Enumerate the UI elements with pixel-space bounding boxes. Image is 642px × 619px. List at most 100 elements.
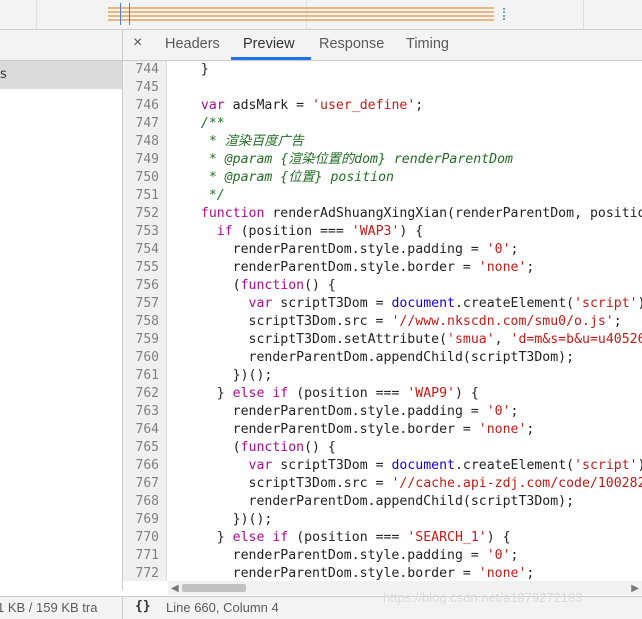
code-line: 754 renderParentDom.style.padding = '0'; — [123, 241, 642, 259]
network-timeline-overview[interactable] — [0, 0, 642, 30]
detail-tab-bar: × Headers Preview Response Timing — [123, 30, 642, 61]
cursor-position-text: Line 660, Column 4 — [166, 600, 279, 615]
line-number: 744 — [135, 62, 159, 77]
code-text: function renderAdShuangXingXian(renderPa… — [200, 206, 642, 221]
tab-timing[interactable]: Timing — [406, 36, 449, 52]
line-number: 764 — [135, 422, 159, 437]
code-line: 765 (function() { — [123, 439, 642, 457]
code-text: scriptT3Dom.src = '//www.nkscdn.com/smu0… — [185, 314, 622, 329]
line-number: 755 — [135, 260, 159, 275]
code-line: 745 — [123, 79, 642, 97]
line-number: 772 — [135, 566, 159, 581]
line-number: 758 — [135, 314, 159, 329]
code-line: 758 scriptT3Dom.src = '//www.nkscdn.com/… — [123, 313, 642, 331]
code-text: } else if (position === 'WAP9') { — [185, 386, 479, 401]
code-line: 747 /** — [123, 115, 642, 133]
code-line: 749 * @param {渲染位置的dom} renderParentDom — [123, 151, 642, 169]
code-text: })(); — [185, 368, 273, 383]
scroll-right-icon[interactable]: ▶ — [631, 583, 639, 594]
code-line: 744 } — [123, 61, 642, 79]
line-number: 757 — [135, 296, 159, 311]
code-text: (function() { — [185, 440, 336, 455]
active-tab-indicator — [231, 57, 311, 60]
code-text: renderParentDom.style.border = 'none'; — [185, 260, 535, 275]
request-list-header — [0, 30, 122, 61]
line-number: 746 — [135, 98, 159, 113]
timeline-request-bar — [108, 19, 494, 21]
code-line: 753 if (position === 'WAP3') { — [123, 223, 642, 241]
line-number: 770 — [135, 530, 159, 545]
transfer-size-text: 1 KB / 159 KB tra — [0, 600, 98, 615]
tab-headers[interactable]: Headers — [165, 36, 220, 52]
code-line: 762 } else if (position === 'WAP9') { — [123, 385, 642, 403]
line-number: 767 — [135, 476, 159, 491]
line-number: 771 — [135, 548, 159, 563]
code-text: var scriptT3Dom = document.createElement… — [248, 458, 642, 473]
code-line: 768 renderParentDom.appendChild(scriptT3… — [123, 493, 642, 511]
timeline-load-marker — [129, 3, 130, 25]
timeline-gridline — [36, 0, 37, 29]
line-number: 762 — [135, 386, 159, 401]
line-number: 751 — [135, 188, 159, 203]
code-text: renderParentDom.style.border = 'none'; — [185, 422, 535, 437]
code-text: renderParentDom.appendChild(scriptT3Dom)… — [185, 494, 575, 509]
scroll-left-icon[interactable]: ◀ — [171, 583, 179, 594]
code-text: renderParentDom.appendChild(scriptT3Dom)… — [185, 350, 575, 365]
code-line: 748 * 渲染百度广告 — [123, 133, 642, 151]
pretty-print-button[interactable]: {} — [135, 599, 151, 614]
line-number: 760 — [135, 350, 159, 365]
code-line: 764 renderParentDom.style.border = 'none… — [123, 421, 642, 439]
code-text: (function() { — [185, 278, 336, 293]
code-text: renderParentDom.style.padding = '0'; — [185, 548, 519, 563]
code-text: renderParentDom.style.padding = '0'; — [185, 404, 519, 419]
code-line: 769 })(); — [123, 511, 642, 529]
line-number: 752 — [135, 206, 159, 221]
code-text: var scriptT3Dom = document.createElement… — [248, 296, 642, 311]
tab-preview[interactable]: Preview — [243, 36, 295, 52]
code-text: scriptT3Dom.src = '//cache.api-zdj.com/c… — [185, 476, 642, 491]
code-line: 761 })(); — [123, 367, 642, 385]
code-line: 771 renderParentDom.style.padding = '0'; — [123, 547, 642, 565]
code-line: 763 renderParentDom.style.padding = '0'; — [123, 403, 642, 421]
timeline-request-bar — [108, 7, 494, 9]
timeline-dots — [503, 8, 507, 20]
line-number: 765 — [135, 440, 159, 455]
code-line: 755 renderParentDom.style.border = 'none… — [123, 259, 642, 277]
scrollbar-thumb[interactable] — [182, 584, 246, 592]
source-code-viewer[interactable]: 744 } 745 746 var adsMark = 'user_define';… — [123, 61, 642, 581]
code-line: 752 function renderAdShuangXingXian(rend… — [123, 205, 642, 223]
close-icon[interactable]: × — [133, 34, 142, 52]
selected-request-row[interactable]: s — [0, 61, 122, 89]
line-number: 745 — [135, 80, 159, 95]
code-line: 766 var scriptT3Dom = document.createEle… — [123, 457, 642, 475]
line-number: 754 — [135, 242, 159, 257]
line-number: 748 — [135, 134, 159, 149]
code-line: 772 renderParentDom.style.border = 'none… — [123, 565, 642, 581]
line-number: 747 — [135, 116, 159, 131]
code-text: } else if (position === 'SEARCH_1') { — [185, 530, 511, 545]
line-number: 759 — [135, 332, 159, 347]
code-line: 756 (function() { — [123, 277, 642, 295]
code-text: var adsMark = 'user_define'; — [200, 98, 424, 113]
line-number: 749 — [135, 152, 159, 167]
code-text: } — [185, 62, 209, 77]
code-text: */ — [185, 188, 225, 203]
code-text: renderParentDom.style.border = 'none'; — [185, 566, 535, 581]
code-line: 760 renderParentDom.appendChild(scriptT3… — [123, 349, 642, 367]
timeline-gridline — [583, 0, 584, 29]
selected-request-label: s — [0, 67, 7, 82]
code-text: * 渲染百度广告 — [185, 134, 304, 149]
code-text: /** — [185, 116, 225, 131]
code-text: scriptT3Dom.setAttribute('smua', 'd=m&s=… — [185, 332, 642, 347]
code-text: * @param {渲染位置的dom} renderParentDom — [185, 152, 513, 167]
timeline-request-bar — [108, 15, 494, 17]
line-number: 769 — [135, 512, 159, 527]
line-number: 756 — [135, 278, 159, 293]
timeline-request-bar — [108, 11, 494, 13]
status-divider — [122, 597, 123, 619]
code-text: * @param {位置} position — [185, 170, 394, 185]
code-line: 746 var adsMark = 'user_define'; — [123, 97, 642, 115]
tab-response[interactable]: Response — [319, 36, 384, 52]
line-number: 766 — [135, 458, 159, 473]
code-line: 770 } else if (position === 'SEARCH_1') … — [123, 529, 642, 547]
